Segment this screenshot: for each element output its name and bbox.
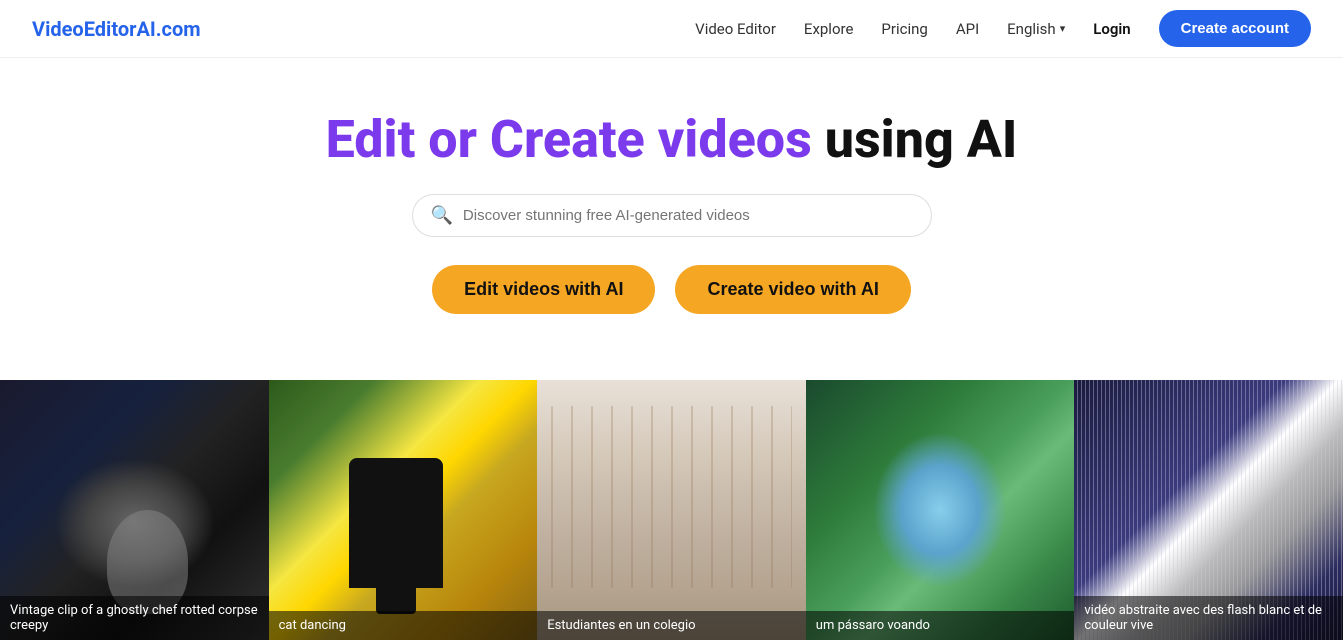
video-card-4[interactable]: um pássaro voando bbox=[806, 380, 1075, 640]
nav-links: Video Editor Explore Pricing API English… bbox=[695, 10, 1311, 47]
hero-section: Edit or Create videos using AI 🔍 Edit vi… bbox=[0, 58, 1343, 380]
create-video-button[interactable]: Create video with AI bbox=[675, 265, 910, 314]
create-account-button[interactable]: Create account bbox=[1159, 10, 1311, 47]
hero-title-suffix: using AI bbox=[825, 109, 1018, 170]
language-selector[interactable]: English ▾ bbox=[1007, 20, 1065, 38]
nav-explore[interactable]: Explore bbox=[804, 20, 854, 38]
video-label-5: vidéo abstraite avec des flash blanc et … bbox=[1074, 596, 1343, 640]
video-thumbnail-2 bbox=[269, 380, 538, 640]
search-icon: 🔍 bbox=[431, 205, 453, 226]
hero-title: Edit or Create videos using AI bbox=[20, 110, 1323, 170]
video-card-2[interactable]: cat dancing bbox=[269, 380, 538, 640]
video-label-4: um pássaro voando bbox=[806, 611, 1075, 640]
edit-videos-button[interactable]: Edit videos with AI bbox=[432, 265, 655, 314]
cta-buttons: Edit videos with AI Create video with AI bbox=[20, 265, 1323, 314]
brand-logo[interactable]: VideoEditorAI.com bbox=[32, 17, 201, 41]
search-input[interactable] bbox=[463, 207, 913, 224]
search-bar: 🔍 bbox=[412, 194, 932, 237]
nav-api[interactable]: API bbox=[956, 20, 979, 38]
hero-title-colored: Edit or Create videos bbox=[326, 109, 812, 170]
language-label: English bbox=[1007, 20, 1056, 38]
video-card-5[interactable]: vidéo abstraite avec des flash blanc et … bbox=[1074, 380, 1343, 640]
video-card-1[interactable]: Vintage clip of a ghostly chef rotted co… bbox=[0, 380, 269, 640]
video-label-1: Vintage clip of a ghostly chef rotted co… bbox=[0, 596, 269, 640]
nav-pricing[interactable]: Pricing bbox=[881, 20, 927, 38]
video-label-3: Estudiantes en un colegio bbox=[537, 611, 806, 640]
video-label-2: cat dancing bbox=[269, 611, 538, 640]
login-button[interactable]: Login bbox=[1093, 20, 1130, 38]
video-card-3[interactable]: Estudiantes en un colegio bbox=[537, 380, 806, 640]
video-thumbnail-4 bbox=[806, 380, 1075, 640]
video-grid: Vintage clip of a ghostly chef rotted co… bbox=[0, 380, 1343, 640]
navbar: VideoEditorAI.com Video Editor Explore P… bbox=[0, 0, 1343, 58]
video-thumbnail-3 bbox=[537, 380, 806, 640]
nav-video-editor[interactable]: Video Editor bbox=[695, 20, 776, 38]
chevron-down-icon: ▾ bbox=[1060, 22, 1066, 35]
